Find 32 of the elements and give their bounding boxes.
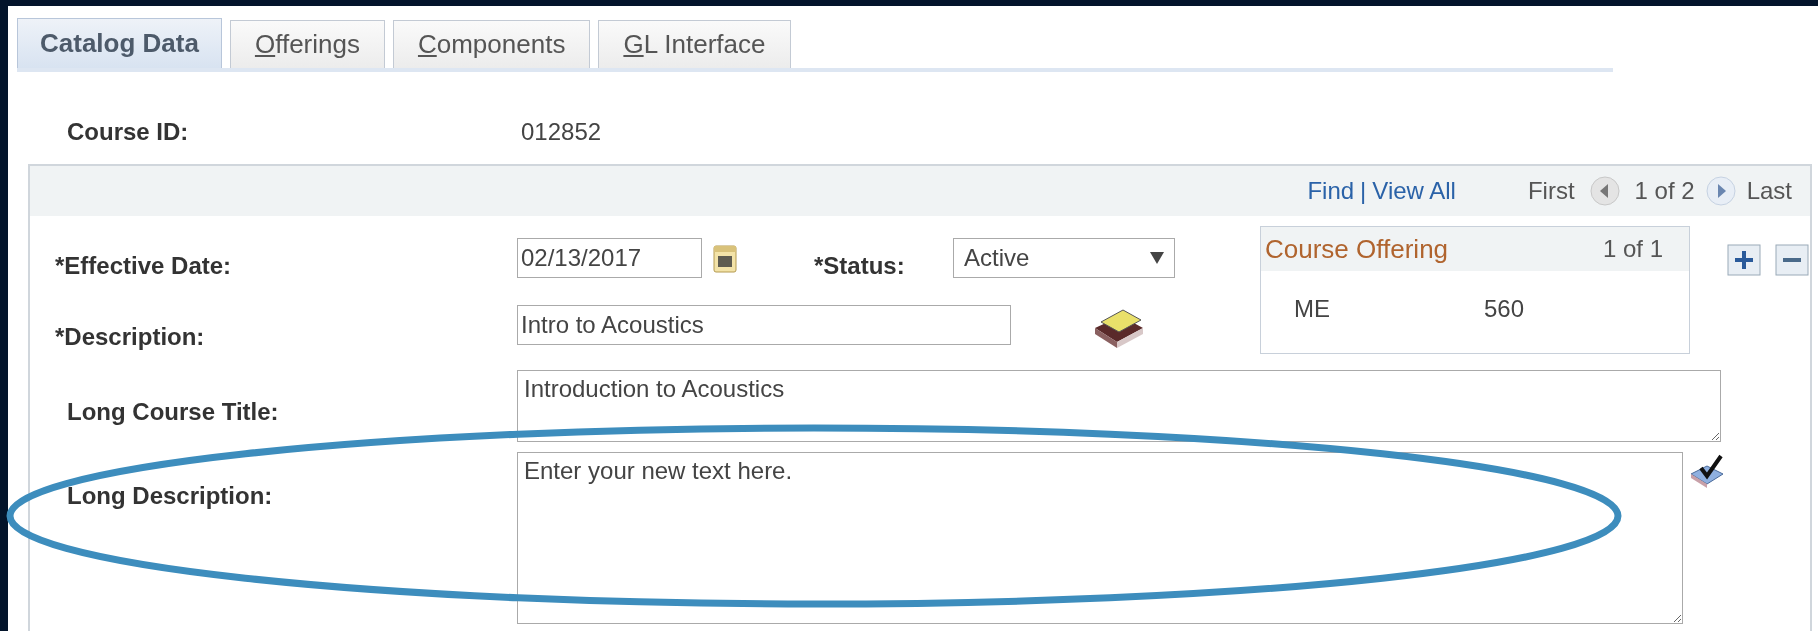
next-icon[interactable] [1704,175,1737,207]
separator: | [1360,176,1367,206]
calendar-icon[interactable] [712,242,738,274]
field-label: *Effective Date: [55,251,233,281]
course-id-value: 012852 [521,117,602,147]
field-label: Long Description: [67,482,273,509]
first-label: First [1527,176,1575,206]
tab[interactable]: Offerings [229,20,385,68]
long-title-field[interactable]: Introduction to Acoustics [517,370,1721,442]
previous-icon[interactable] [1588,175,1621,207]
date-field[interactable]: 02/13/2017 [517,238,702,278]
course-offering-title: Course Offering [1265,232,1449,266]
add-row-icon[interactable] [1727,244,1761,276]
field-label: *Description: [55,322,206,352]
field-label: Long Course Title: [67,397,280,427]
catalog-number-value: 560 [1484,294,1525,324]
tab[interactable]: GL Interface [598,20,791,68]
status-dropdown[interactable]: Active [953,238,1175,278]
subject-value: ME [1294,294,1331,324]
field-label: Course ID: [67,117,190,147]
offering-count: 1 of 1 [1602,234,1663,264]
delete-row-icon[interactable] [1775,244,1809,276]
view-all-link[interactable]: View All [1372,173,1456,209]
tab[interactable]: Catalog Data [17,18,222,68]
description-field[interactable]: Intro to Acoustics [517,305,1011,345]
last-label: Last [1746,176,1792,206]
caret-icon [1150,252,1164,264]
field-label: *Status: [814,251,906,281]
page-position: 1 of 2 [1634,176,1695,206]
tab[interactable]: Components [392,20,591,68]
find-link[interactable]: Find [1307,173,1355,209]
long-description-field[interactable]: Enter your new text here. [517,452,1683,624]
